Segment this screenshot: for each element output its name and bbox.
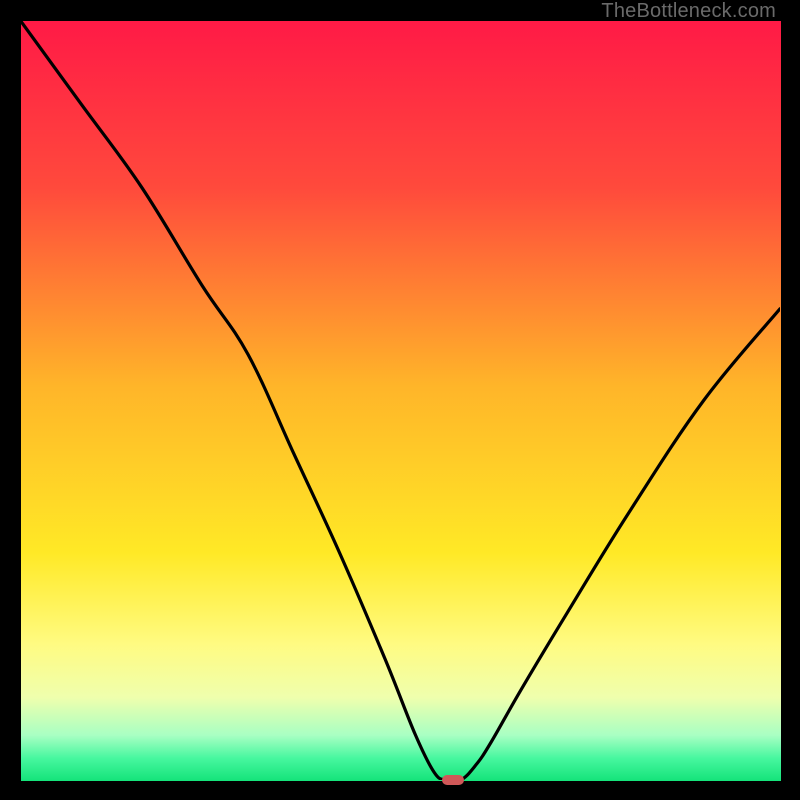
chart-frame: TheBottleneck.com — [0, 0, 800, 800]
minimum-marker-icon — [442, 775, 464, 785]
bottleneck-curve — [20, 20, 780, 780]
watermark-text: TheBottleneck.com — [601, 0, 776, 23]
